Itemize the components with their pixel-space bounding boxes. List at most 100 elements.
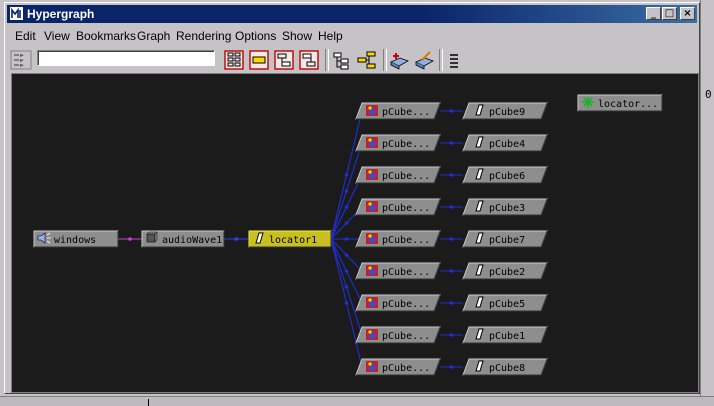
hypergraph-window: Hypergraph _ □ × Edit View Bookmarks Gra… [4, 2, 700, 394]
layout-tree-icon[interactable] [331, 50, 353, 70]
node-label: pCube7 [489, 235, 525, 246]
graph-node-pc3s[interactable]: pCube... [355, 198, 441, 216]
node-label: pCube... [382, 203, 430, 214]
mesh-shape-icon [366, 297, 378, 308]
node-label: pCube... [382, 171, 430, 182]
graph-node-pCube4[interactable]: pCube4 [462, 134, 548, 152]
edge-locator-pCube4-arrow [344, 189, 349, 193]
edge-locator-pCube2-arrow [344, 253, 349, 257]
node-label: pCube... [382, 363, 430, 374]
menu-show[interactable]: Show [282, 29, 312, 43]
desktop-right-strip: 0. [700, 0, 714, 405]
edge-locator-pCube3-arrow [344, 221, 349, 225]
menu-help[interactable]: Help [318, 29, 343, 43]
mesh-shape-icon [366, 105, 378, 116]
menu-bookmarks[interactable]: Bookmarks [76, 29, 136, 43]
mesh-shape-icon [366, 265, 378, 276]
hypergraph-canvas[interactable]: windows audioWave1 locator1 locator... pCube… [11, 73, 699, 393]
graph-node-pCube3[interactable]: pCube3 [462, 198, 548, 216]
window-title: Hypergraph [27, 7, 95, 21]
edit-bookmark-icon[interactable] [413, 50, 435, 70]
node-label: pCube3 [489, 203, 525, 214]
edge-pCube6-shape-arrow [449, 173, 454, 177]
minimize-button[interactable]: _ [646, 7, 661, 20]
menu-edit[interactable]: Edit [15, 29, 36, 43]
edge-locator-pCube7-arrow [344, 237, 349, 241]
graph-node-pc1s[interactable]: pCube... [355, 326, 441, 344]
mesh-shape-icon [366, 361, 378, 372]
menu-rendering[interactable]: Rendering [176, 29, 231, 43]
node-label: audioWave1 [162, 235, 222, 246]
node-label: pCube... [382, 267, 430, 278]
edge-audiowave-locator-arrow [234, 237, 239, 241]
graph-node-windows[interactable]: windows [33, 230, 119, 248]
edge-pCube8-shape-arrow [449, 365, 454, 369]
scene-hierarchy-icon[interactable] [223, 50, 245, 70]
graph-node-pCube2[interactable]: pCube2 [462, 262, 548, 280]
node-label: pCube2 [489, 267, 525, 278]
graph-node-audioWave1[interactable]: audioWave1 [141, 230, 225, 248]
inputs-icon[interactable] [273, 50, 295, 70]
edge-pCube4-shape-arrow [449, 141, 454, 145]
edge-pCube2-shape-arrow [449, 269, 454, 273]
graph-node-pc8s[interactable]: pCube... [355, 358, 441, 376]
edge-locator-pCube6-arrow [344, 205, 349, 209]
node-label: pCube... [382, 235, 430, 246]
graph-node-pCube9[interactable]: pCube9 [462, 102, 548, 120]
path-input[interactable] [37, 50, 215, 66]
dependency-graph[interactable]: windows audioWave1 locator1 locator... pCube… [12, 74, 698, 392]
toolbar-separator [383, 49, 387, 71]
node-label: pCube4 [489, 139, 525, 150]
title-bar: Hypergraph _ □ × [7, 5, 697, 23]
graph-node-locator1[interactable]: locator1 [248, 230, 332, 248]
node-label: pCube8 [489, 363, 525, 374]
node-label: pCube1 [489, 331, 525, 342]
menu-view[interactable]: View [44, 29, 70, 43]
node-label: locator1 [269, 235, 317, 246]
toolbar-options-icon[interactable] [443, 50, 465, 70]
outputs-icon[interactable] [298, 50, 320, 70]
graph-node-locator_orphan[interactable]: locator... [577, 94, 663, 112]
node-label: pCube9 [489, 107, 525, 118]
toolbar-grip-icon[interactable] [10, 49, 32, 71]
toolbar [7, 47, 697, 73]
graph-node-pc5s[interactable]: pCube... [355, 294, 441, 312]
edge-windows-audiowave-arrow [128, 237, 132, 241]
graph-node-pc9s[interactable]: pCube... [355, 102, 441, 120]
mesh-shape-icon [366, 169, 378, 180]
graph-node-pCube7[interactable]: pCube7 [462, 230, 548, 248]
add-bookmark-icon[interactable] [388, 50, 410, 70]
node-label: windows [54, 235, 96, 246]
close-button[interactable]: × [680, 7, 695, 20]
graph-node-pCube8[interactable]: pCube8 [462, 358, 548, 376]
edge-locator-pCube9-arrow [344, 173, 349, 177]
graph-node-pc2s[interactable]: pCube... [355, 262, 441, 280]
audio-wave-icon [146, 231, 158, 243]
node-label: pCube... [382, 107, 430, 118]
edge-pCube3-shape-arrow [449, 205, 454, 209]
mesh-shape-icon [366, 137, 378, 148]
graph-node-pCube6[interactable]: pCube6 [462, 166, 548, 184]
layout-graph-icon[interactable] [356, 50, 378, 70]
mesh-shape-icon [366, 329, 378, 340]
node-label: pCube5 [489, 299, 525, 310]
menu-options[interactable]: Options [235, 29, 276, 43]
edge-pCube1-shape-arrow [449, 333, 454, 337]
graph-node-pCube1[interactable]: pCube1 [462, 326, 548, 344]
mesh-shape-icon [366, 201, 378, 212]
maya-app-icon [10, 7, 23, 20]
input-output-connections-icon[interactable] [248, 50, 270, 70]
edge-locator-pCube8-arrow [344, 301, 349, 305]
edge-text: 0. [705, 88, 714, 101]
node-label: pCube... [382, 139, 430, 150]
node-label: pCube6 [489, 171, 525, 182]
edge-locator-pCube5-arrow [344, 269, 349, 273]
graph-node-pCube5[interactable]: pCube5 [462, 294, 548, 312]
graph-node-pc7s[interactable]: pCube... [355, 230, 441, 248]
menu-graph[interactable]: Graph [137, 29, 170, 43]
graph-node-pc6s[interactable]: pCube... [355, 166, 441, 184]
graph-node-pc4s[interactable]: pCube... [355, 134, 441, 152]
mesh-shape-icon [366, 233, 378, 244]
maximize-button[interactable]: □ [662, 7, 677, 20]
menu-bar: Edit View Bookmarks Graph Rendering Opti… [7, 27, 697, 45]
